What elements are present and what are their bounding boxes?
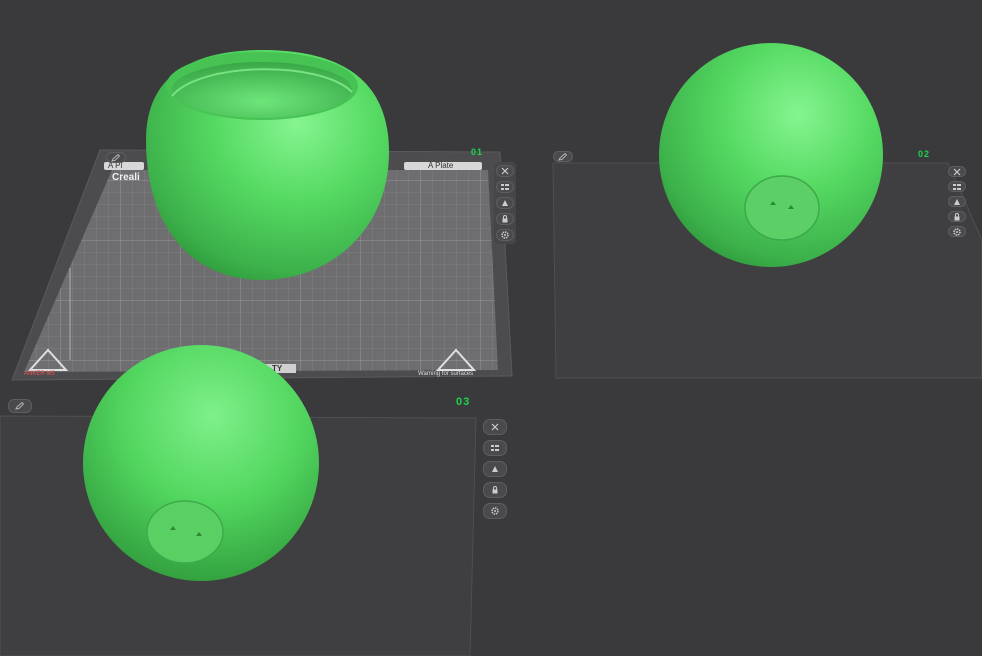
plate-01-lock-button[interactable] bbox=[496, 213, 514, 225]
auto-orient-icon bbox=[954, 198, 960, 205]
plate-03-edit-button[interactable] bbox=[8, 399, 32, 413]
viewport-3d[interactable] bbox=[0, 0, 982, 656]
settings-icon bbox=[491, 507, 499, 515]
bed-title: Creali bbox=[112, 172, 140, 183]
bed-logo-right-text: Warning for surfaces bbox=[418, 371, 474, 377]
settings-icon bbox=[953, 227, 961, 236]
lock-icon bbox=[502, 215, 508, 223]
lock-icon bbox=[492, 486, 498, 494]
model-sphere-03[interactable] bbox=[83, 345, 319, 581]
plate-02-close-button[interactable] bbox=[948, 166, 966, 177]
plate-03-lock-button[interactable] bbox=[483, 482, 507, 498]
plate-02-toolbar bbox=[948, 166, 966, 237]
plate-02-auto-orient-button[interactable] bbox=[948, 196, 966, 207]
plate-03-toolbar bbox=[483, 419, 507, 519]
arrange-icon bbox=[491, 445, 499, 451]
arrange-icon bbox=[953, 183, 961, 190]
plate-number-01: 01 bbox=[471, 147, 484, 157]
plate-03-close-button[interactable] bbox=[483, 419, 507, 435]
settings-icon bbox=[501, 231, 509, 239]
plate-01-settings-button[interactable] bbox=[496, 229, 514, 241]
auto-orient-icon bbox=[492, 466, 498, 472]
pencil-icon bbox=[111, 153, 121, 162]
bed-center-label: TY bbox=[272, 364, 283, 373]
plate-02-settings-button[interactable] bbox=[948, 226, 966, 237]
plate-03-settings-button[interactable] bbox=[483, 503, 507, 519]
plate-03-auto-orient-button[interactable] bbox=[483, 461, 507, 477]
plate-number-02: 02 bbox=[918, 149, 931, 159]
plate-tag-right-text: A Plate bbox=[428, 161, 454, 170]
plate-01-close-button[interactable] bbox=[496, 165, 514, 177]
close-icon bbox=[501, 167, 509, 175]
auto-orient-icon bbox=[502, 200, 508, 206]
plate-02-lock-button[interactable] bbox=[948, 211, 966, 222]
lock-icon bbox=[954, 212, 960, 220]
model-sphere-02[interactable] bbox=[659, 43, 883, 267]
arrange-icon bbox=[501, 184, 509, 190]
pencil-icon bbox=[558, 152, 568, 161]
plate-02-edit-button[interactable] bbox=[553, 151, 573, 162]
plate-02-arrange-button[interactable] bbox=[948, 181, 966, 192]
plate-03-arrange-button[interactable] bbox=[483, 440, 507, 456]
plate-number-03: 03 bbox=[456, 396, 471, 408]
plate-01-arrange-button[interactable] bbox=[496, 181, 514, 193]
plate-01-edit-button[interactable] bbox=[106, 152, 126, 163]
bed-logo-left-text: ANKER M5 bbox=[24, 371, 55, 377]
close-icon bbox=[491, 423, 499, 431]
pencil-icon bbox=[15, 402, 25, 410]
plate-01-auto-orient-button[interactable] bbox=[496, 197, 514, 209]
close-icon bbox=[953, 168, 961, 175]
plate-01-toolbar bbox=[494, 162, 516, 244]
